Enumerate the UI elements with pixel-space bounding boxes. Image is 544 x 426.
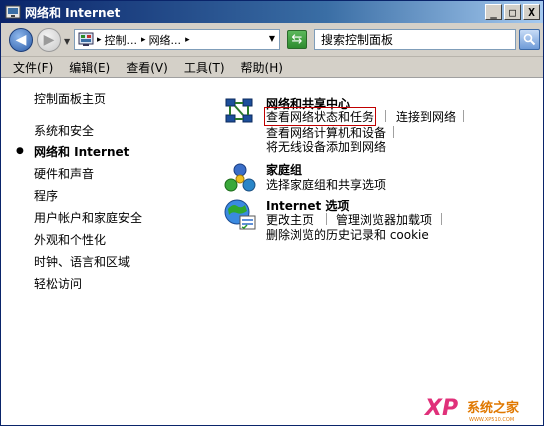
sidebar-item-system-security[interactable]: 系统和安全 [34, 122, 94, 139]
address-dropdown-icon[interactable]: ▼ [269, 34, 275, 43]
sidebar-item-hardware-sound[interactable]: 硬件和声音 [34, 165, 94, 182]
window-title: 网络和 Internet [25, 5, 121, 20]
search-placeholder: 搜索控制面板 [321, 33, 394, 47]
connect-to-network-link[interactable]: 连接到网络 [396, 108, 456, 125]
homegroup-sharing-options-link[interactable]: 选择家庭组和共享选项 [266, 176, 386, 193]
address-bar[interactable]: ▸ 控制... ▸ 网络... ▸ ▼ [74, 29, 280, 50]
internet-options-icon [224, 199, 256, 230]
category-network-sharing: 网络和共享中心 查看网络状态和任务 连接到网络 查看网络计算机和设备 将无线设备… [223, 95, 523, 155]
task-separator [326, 213, 327, 225]
sidebar-item-network-internet[interactable]: 网络和 Internet [34, 143, 129, 160]
breadcrumb-network[interactable]: 网络... [149, 32, 182, 48]
watermark-name-text: 系统之家 [467, 400, 520, 416]
back-button[interactable]: ◀ [9, 28, 33, 52]
site-watermark: XP 系统之家 WWW.XP510.COM [423, 393, 543, 423]
task-separator [441, 213, 442, 225]
sidebar-item-clock-language[interactable]: 时钟、语言和区域 [34, 253, 130, 270]
title-bar[interactable]: 网络和 Internet _ □ X [1, 1, 543, 23]
breadcrumb-control-panel[interactable]: 控制... [105, 32, 138, 48]
homegroup-icon [224, 163, 256, 192]
menu-file[interactable]: 文件(F) [5, 59, 61, 76]
search-input[interactable]: 搜索控制面板 [314, 29, 516, 50]
add-wireless-device-link[interactable]: 将无线设备添加到网络 [266, 138, 386, 155]
breadcrumb-arrow-icon: ▸ [185, 34, 190, 45]
sidebar-item-programs[interactable]: 程序 [34, 187, 58, 204]
breadcrumb-arrow-icon: ▸ [97, 34, 102, 45]
network-folder-icon [5, 5, 21, 19]
control-panel-icon [78, 32, 94, 46]
maximize-button[interactable]: □ [504, 4, 521, 20]
minimize-button[interactable]: _ [485, 4, 502, 20]
address-toolbar: ◀ ▶ ▼ ▸ 控制... ▸ 网络... ▸ ▼ ⇆ 搜索控制面板 [1, 23, 543, 56]
control-panel-home-link[interactable]: 控制面板主页 [34, 90, 106, 107]
history-dropdown-icon[interactable]: ▼ [64, 37, 70, 46]
search-button[interactable] [519, 29, 540, 50]
category-homegroup: 家庭组 选择家庭组和共享选项 [223, 161, 523, 197]
menu-bar: 文件(F) 编辑(E) 查看(V) 工具(T) 帮助(H) [1, 56, 543, 78]
arrow-left-icon: ◀ [15, 32, 27, 48]
network-sharing-icon [225, 98, 253, 123]
sidebar-item-user-accounts[interactable]: 用户帐户和家庭安全 [34, 209, 142, 226]
menu-help[interactable]: 帮助(H) [233, 59, 291, 76]
delete-browsing-history-link[interactable]: 删除浏览的历史记录和 cookie [266, 226, 429, 243]
task-separator [393, 126, 394, 138]
breadcrumb-arrow-icon: ▸ [141, 34, 146, 45]
watermark-xp-text: XP [423, 396, 458, 421]
refresh-button[interactable]: ⇆ [287, 30, 307, 49]
watermark-logo: XP 系统之家 WWW.XP510.COM [423, 396, 541, 423]
menu-tools[interactable]: 工具(T) [176, 59, 233, 76]
menu-edit[interactable]: 编辑(E) [61, 59, 118, 76]
forward-button[interactable]: ▶ [37, 28, 61, 52]
task-separator [385, 110, 386, 122]
left-nav-pane: 控制面板主页 系统和安全 ● 网络和 Internet 硬件和声音 程序 用户帐… [1, 79, 216, 425]
sidebar-item-appearance[interactable]: 外观和个性化 [34, 231, 106, 248]
category-internet-options: Internet 选项 更改主页 管理浏览器加载项 删除浏览的历史记录和 coo… [223, 197, 523, 243]
task-separator [463, 110, 464, 122]
caption-buttons: _ □ X [483, 4, 540, 20]
control-panel-window: 网络和 Internet _ □ X ◀ ▶ ▼ ▸ 控制... ▸ 网络...… [0, 0, 544, 426]
arrow-right-icon: ▶ [43, 32, 55, 48]
refresh-icon: ⇆ [291, 32, 303, 47]
sidebar-item-ease-of-access[interactable]: 轻松访问 [34, 275, 82, 292]
watermark-url-text: WWW.XP510.COM [469, 417, 514, 423]
menu-view[interactable]: 查看(V) [118, 59, 176, 76]
search-icon [523, 33, 536, 46]
close-button[interactable]: X [523, 4, 540, 20]
current-item-bullet-icon: ● [16, 146, 24, 156]
